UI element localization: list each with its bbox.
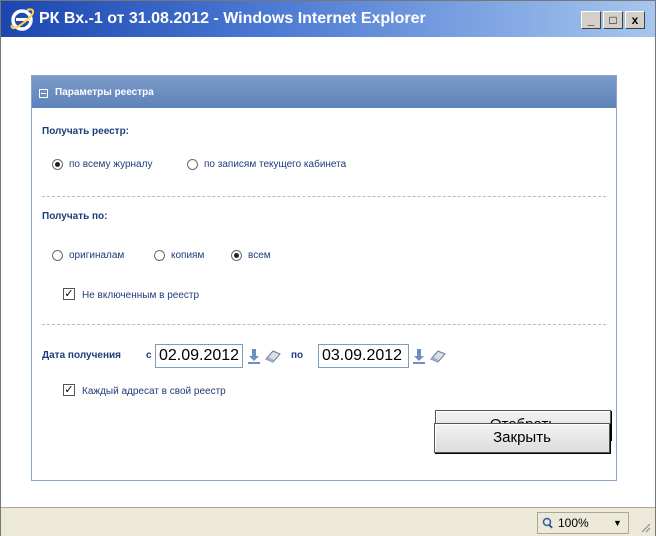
panel-title: Параметры реестра: [55, 87, 154, 98]
radio-whole-journal-label[interactable]: по всему журналу: [69, 159, 152, 170]
date-picker-icon[interactable]: [412, 348, 426, 364]
maximize-button[interactable]: □: [603, 11, 623, 29]
date-from-input[interactable]: 02.09.2012: [155, 344, 243, 368]
receive-date-label: Дата получения: [42, 350, 121, 361]
not-included-label: Не включенным в реестр: [82, 290, 200, 301]
resize-grip-icon[interactable]: [639, 521, 651, 533]
status-bar: 100% ▼: [1, 507, 655, 536]
radio-copies[interactable]: [154, 250, 165, 261]
window-title: РК Вх.-1 от 31.08.2012 - Windows Interne…: [39, 10, 426, 27]
close-window-button[interactable]: x: [625, 11, 645, 29]
each-recipient-checkbox[interactable]: ✓: [63, 384, 75, 396]
collapse-icon[interactable]: [39, 89, 48, 98]
separator: [42, 324, 606, 325]
zoom-icon: [542, 517, 553, 529]
zoom-level: 100%: [558, 516, 589, 530]
receive-registry-label: Получать реестр:: [42, 126, 130, 137]
browser-window: РК Вх.-1 от 31.08.2012 - Windows Interne…: [0, 0, 656, 536]
receive-by-label: Получать по:: [42, 211, 108, 222]
registry-params-panel: Параметры реестра Получать реестр: по вс…: [31, 75, 617, 481]
clear-date-icon[interactable]: [429, 349, 447, 363]
minimize-button[interactable]: _: [581, 11, 601, 29]
radio-whole-journal[interactable]: [52, 159, 63, 170]
radio-current-cabinet[interactable]: [187, 159, 198, 170]
zoom-control[interactable]: 100% ▼: [537, 512, 629, 534]
radio-all[interactable]: [231, 250, 242, 261]
each-recipient-label: Каждый адресат в свой реестр: [82, 386, 226, 397]
radio-copies-label[interactable]: копиям: [171, 250, 204, 261]
date-to-input[interactable]: 03.09.2012: [318, 344, 409, 368]
close-button[interactable]: Закрыть: [434, 423, 610, 453]
clear-date-icon[interactable]: [264, 349, 282, 363]
date-picker-icon[interactable]: [247, 348, 261, 364]
radio-originals-label[interactable]: оригиналам: [69, 250, 124, 261]
not-included-checkbox[interactable]: ✓: [63, 288, 75, 300]
separator: [42, 196, 606, 197]
page-content: Параметры реестра Получать реестр: по вс…: [1, 37, 655, 507]
date-to-label: по: [291, 350, 304, 361]
radio-originals[interactable]: [52, 250, 63, 261]
date-from-label: с: [146, 350, 152, 361]
window-controls: _ □ x: [579, 11, 645, 29]
internet-explorer-icon: [10, 8, 35, 31]
title-bar: РК Вх.-1 от 31.08.2012 - Windows Interne…: [1, 1, 655, 37]
zoom-dropdown-icon[interactable]: ▼: [613, 513, 622, 533]
panel-header[interactable]: Параметры реестра: [32, 76, 616, 108]
radio-all-label[interactable]: всем: [248, 250, 271, 261]
radio-current-cabinet-label[interactable]: по записям текущего кабинета: [204, 159, 346, 170]
